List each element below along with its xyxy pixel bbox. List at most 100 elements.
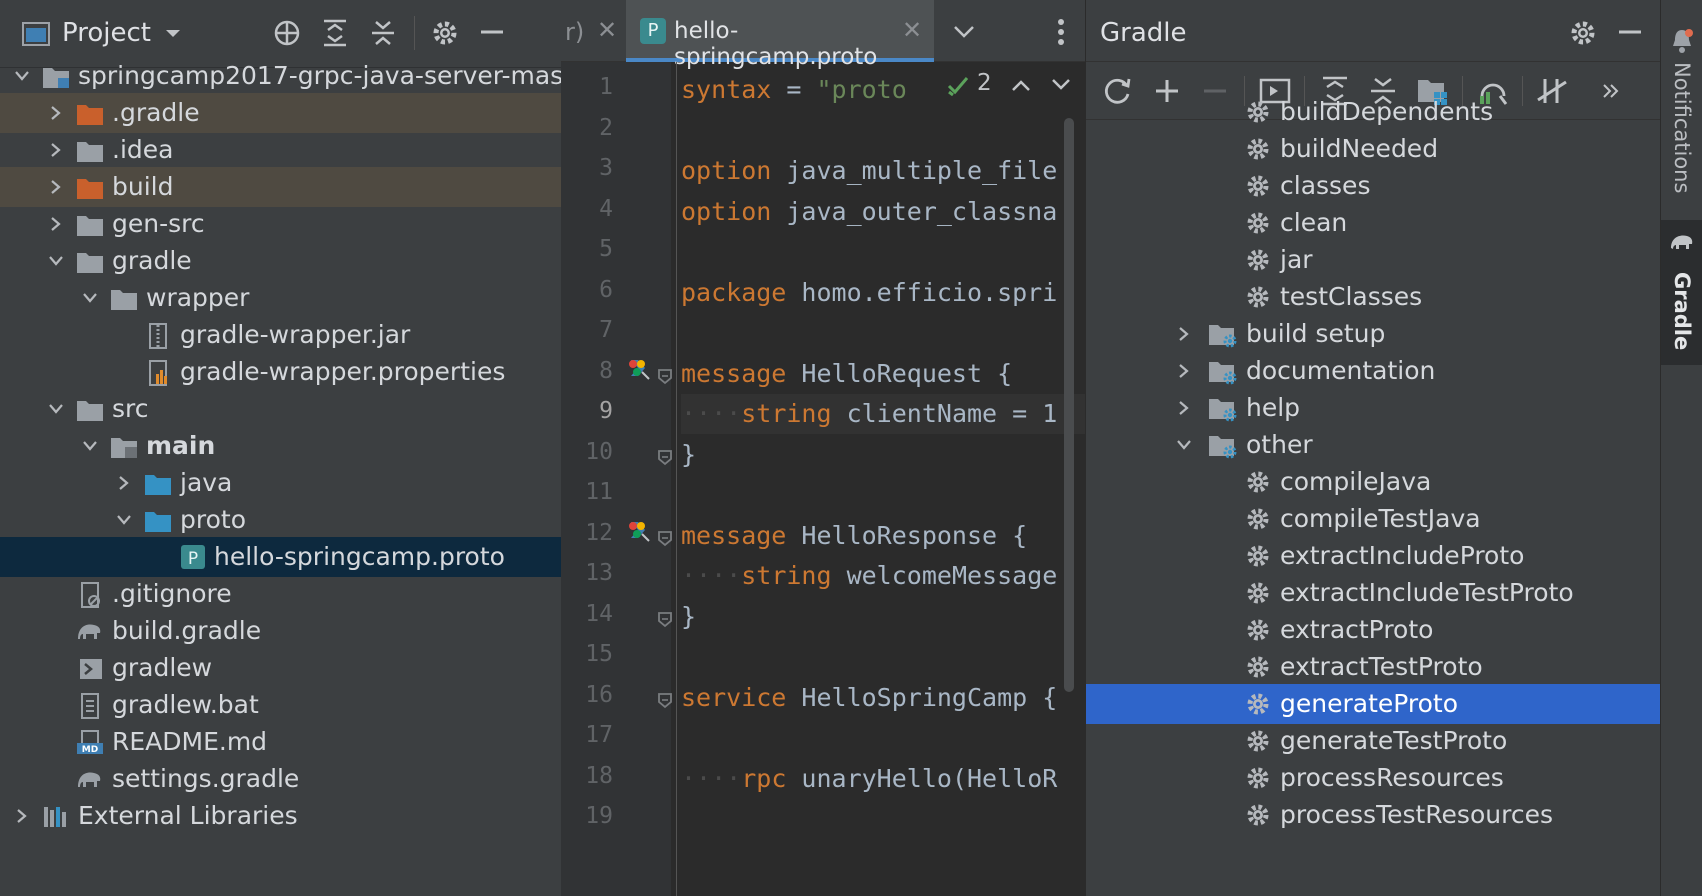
- gradle-task-row[interactable]: buildNeeded: [1086, 129, 1660, 169]
- gradle-task-row[interactable]: extractProto: [1086, 610, 1660, 650]
- code-line[interactable]: ····string clientName = 1: [681, 394, 1085, 434]
- fold-toggle-icon[interactable]: [656, 609, 674, 629]
- gradle-task-row[interactable]: jar: [1086, 240, 1660, 280]
- project-tree-row[interactable]: External Libraries: [0, 796, 561, 836]
- tabs-dropdown-chevron-icon[interactable]: [953, 24, 975, 40]
- project-tree-row[interactable]: build.gradle: [0, 611, 561, 651]
- chevron-down-icon[interactable]: [48, 253, 64, 269]
- gradle-group-row[interactable]: other: [1086, 425, 1660, 465]
- gradle-task-row[interactable]: buildDependents: [1086, 92, 1660, 132]
- gradle-group-row[interactable]: build setup: [1086, 314, 1660, 354]
- project-tree-row[interactable]: gradlew.bat: [0, 685, 561, 725]
- gradle-task-row[interactable]: extractIncludeProto: [1086, 536, 1660, 576]
- project-tree-row[interactable]: main: [0, 426, 561, 466]
- chevron-down-icon[interactable]: [48, 401, 64, 417]
- gradle-group-row[interactable]: documentation: [1086, 351, 1660, 391]
- view-dropdown-chevron-icon[interactable]: [164, 28, 182, 40]
- fold-toggle-icon[interactable]: [656, 528, 674, 548]
- project-tree-row[interactable]: gradle: [0, 241, 561, 281]
- previous-highlight-icon[interactable]: [1011, 78, 1031, 92]
- gradle-stripe-tab[interactable]: Gradle: [1661, 220, 1702, 365]
- gradle-hide-panel-icon[interactable]: [1618, 22, 1642, 42]
- chevron-down-icon[interactable]: [82, 290, 98, 306]
- project-tree-row[interactable]: java: [0, 463, 561, 503]
- project-tree-row[interactable]: gradlew: [0, 648, 561, 688]
- code-line[interactable]: ····rpc unaryHello(HelloR: [681, 759, 1085, 799]
- next-highlight-icon[interactable]: [1051, 78, 1071, 92]
- hide-panel-icon[interactable]: [480, 22, 504, 42]
- expand-all-icon[interactable]: [322, 18, 348, 48]
- code-line[interactable]: }: [681, 435, 1085, 475]
- gradle-task-row[interactable]: processResources: [1086, 758, 1660, 798]
- code-line[interactable]: message HelloRequest {: [681, 354, 1085, 394]
- gradle-task-row[interactable]: classes: [1086, 166, 1660, 206]
- gradle-task-row[interactable]: extractTestProto: [1086, 647, 1660, 687]
- code-line[interactable]: package homo.efficio.spri: [681, 273, 1085, 313]
- project-tree-row[interactable]: Phello-springcamp.proto: [0, 537, 561, 577]
- code-line[interactable]: ····string welcomeMessage: [681, 556, 1085, 596]
- code-line[interactable]: [681, 313, 1085, 353]
- gradle-task-row[interactable]: compileTestJava: [1086, 499, 1660, 539]
- code-line[interactable]: [681, 232, 1085, 272]
- chevron-right-icon[interactable]: [48, 105, 64, 121]
- code-line[interactable]: message HelloResponse {: [681, 516, 1085, 556]
- code-line[interactable]: option java_outer_classna: [681, 192, 1085, 232]
- editor-scrollbar[interactable]: [1064, 118, 1074, 692]
- project-tree-row[interactable]: gradle-wrapper.jar: [0, 315, 561, 355]
- code-line[interactable]: service HelloSpringCamp {: [681, 678, 1085, 718]
- project-tree-row[interactable]: build: [0, 167, 561, 207]
- gradle-task-row[interactable]: compileJava: [1086, 462, 1660, 502]
- chevron-right-icon[interactable]: [1176, 400, 1192, 416]
- fold-toggle-icon[interactable]: [656, 447, 674, 467]
- project-tree-row[interactable]: gradle-wrapper.properties: [0, 352, 561, 392]
- code-line[interactable]: option java_multiple_file: [681, 151, 1085, 191]
- gradle-task-row[interactable]: generateTestProto: [1086, 721, 1660, 761]
- code-line[interactable]: }: [681, 597, 1085, 637]
- tab-close-icon[interactable]: ✕: [902, 16, 922, 44]
- gradle-task-row[interactable]: extractIncludeTestProto: [1086, 573, 1660, 613]
- project-tree-row[interactable]: .gitignore: [0, 574, 561, 614]
- select-opened-file-icon[interactable]: [272, 18, 302, 48]
- gradle-task-row[interactable]: clean: [1086, 203, 1660, 243]
- chevron-right-icon[interactable]: [1176, 326, 1192, 342]
- project-tree-row[interactable]: proto: [0, 500, 561, 540]
- chevron-down-icon[interactable]: [14, 68, 30, 84]
- notifications-bell-icon[interactable]: [1670, 28, 1694, 54]
- chevron-right-icon[interactable]: [48, 216, 64, 232]
- project-tree-row[interactable]: MD README.md: [0, 722, 561, 762]
- gradle-task-row[interactable]: testClasses: [1086, 277, 1660, 317]
- chevron-down-icon[interactable]: [82, 438, 98, 454]
- code-line[interactable]: [681, 718, 1085, 758]
- gradle-group-row[interactable]: help: [1086, 388, 1660, 428]
- notifications-tab-label[interactable]: Notifications: [1670, 62, 1694, 193]
- editor-tab-hello-springcamp[interactable]: P hello-springcamp.proto ✕: [626, 0, 934, 70]
- chevron-right-icon[interactable]: [48, 179, 64, 195]
- implementation-gutter-icon[interactable]: [625, 356, 651, 382]
- chevron-right-icon[interactable]: [1176, 363, 1192, 379]
- project-tree-row[interactable]: springcamp2017-grpc-java-server-master: [0, 56, 561, 96]
- code-line[interactable]: [681, 475, 1085, 515]
- project-tree-row[interactable]: wrapper: [0, 278, 561, 318]
- previous-tab-fragment[interactable]: r): [565, 18, 584, 46]
- fold-toggle-icon[interactable]: [656, 690, 674, 710]
- chevron-right-icon[interactable]: [14, 808, 30, 824]
- implementation-gutter-icon[interactable]: [625, 518, 651, 544]
- project-tree-row[interactable]: .gradle: [0, 93, 561, 133]
- more-options-icon[interactable]: [1057, 18, 1065, 46]
- collapse-all-icon[interactable]: [370, 18, 396, 48]
- chevron-right-icon[interactable]: [116, 475, 132, 491]
- chevron-down-icon[interactable]: [1176, 437, 1192, 453]
- project-tree-row[interactable]: .idea: [0, 130, 561, 170]
- chevron-down-icon[interactable]: [116, 512, 132, 528]
- fold-toggle-icon[interactable]: [656, 366, 674, 386]
- code-line[interactable]: [681, 799, 1085, 839]
- project-tree-row[interactable]: src: [0, 389, 561, 429]
- code-area[interactable]: syntax = "proto option java_multiple_file…: [681, 62, 1085, 896]
- settings-gear-icon[interactable]: [430, 18, 460, 48]
- gradle-settings-gear-icon[interactable]: [1568, 18, 1598, 48]
- project-tree-row[interactable]: settings.gradle: [0, 759, 561, 799]
- inspection-widget[interactable]: 2: [941, 66, 1085, 106]
- code-line[interactable]: [681, 111, 1085, 151]
- gradle-task-row[interactable]: processTestResources: [1086, 795, 1660, 835]
- previous-tab-close-icon[interactable]: ✕: [597, 16, 617, 44]
